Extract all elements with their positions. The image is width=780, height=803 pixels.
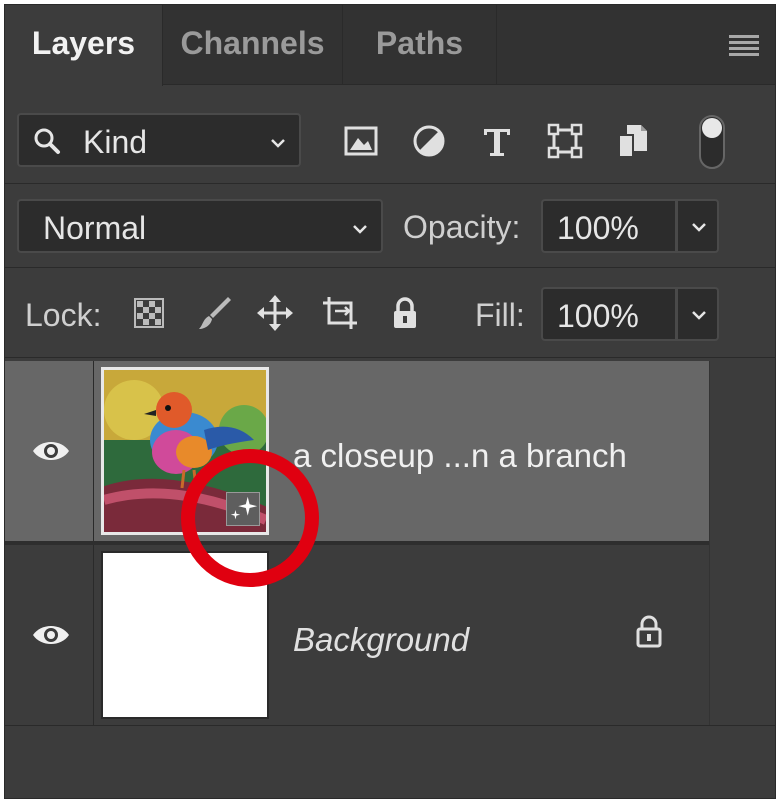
divider [5,357,775,358]
lock-artboard-icon[interactable] [319,293,359,333]
layer-thumbnail-bird[interactable] [101,367,269,535]
opacity-label: Opacity: [403,209,521,245]
eye-column-divider [93,361,94,541]
layer-row-generative[interactable]: a closeup ...n a branch [5,361,709,541]
lock-transparent-pixels-icon[interactable] [129,293,169,333]
chevron-down-icon [353,225,367,234]
filter-kind-label: Kind [83,124,148,160]
fill-label: Fill: [475,297,525,333]
eye-visibility-icon[interactable] [31,437,71,465]
type-filter-icon[interactable] [475,119,519,163]
eye-column-divider [93,545,94,725]
generative-layer-badge-icon [226,492,260,526]
fill-input[interactable]: 100% [541,287,677,341]
opacity-dropdown-button[interactable] [677,199,719,253]
shape-filter-icon[interactable] [543,119,587,163]
blend-mode-select[interactable]: Normal [17,199,383,253]
panel-tab-bar: Layers Channels Paths [5,5,775,86]
blend-mode-value: Normal [43,210,147,246]
chevron-down-icon [271,139,285,148]
lock-label: Lock: [25,297,102,333]
layers-panel: Layers Channels Paths Kind Normal Opacit… [4,4,776,799]
chevron-down-icon [692,311,706,320]
divider [5,183,775,184]
opacity-input[interactable]: 100% [541,199,677,253]
search-icon [34,128,60,154]
chevron-down-icon [692,223,706,232]
lock-icon[interactable] [629,611,669,651]
tab-paths[interactable]: Paths [343,5,497,85]
filter-toggle[interactable] [699,115,725,169]
layer-name[interactable]: Background [293,621,469,659]
smart-object-filter-icon[interactable] [611,119,655,163]
filter-kind-select[interactable]: Kind [17,113,301,167]
eye-visibility-icon[interactable] [31,621,71,649]
layers-scrollbar[interactable] [709,361,775,725]
lock-all-icon[interactable] [385,293,425,333]
layer-name[interactable]: a closeup ...n a branch [293,437,627,475]
layers-list-empty-area [5,725,775,797]
lock-image-pixels-icon[interactable] [195,293,235,333]
layer-thumbnail-white[interactable] [101,551,269,719]
lock-position-icon[interactable] [255,293,295,333]
image-filter-icon[interactable] [339,119,383,163]
fill-dropdown-button[interactable] [677,287,719,341]
tab-channels[interactable]: Channels [163,5,343,85]
adjustment-filter-icon[interactable] [407,119,451,163]
tab-layers[interactable]: Layers [5,5,163,86]
divider [5,267,775,268]
layer-row-background[interactable]: Background [5,545,709,725]
panel-menu-icon[interactable] [729,35,759,56]
